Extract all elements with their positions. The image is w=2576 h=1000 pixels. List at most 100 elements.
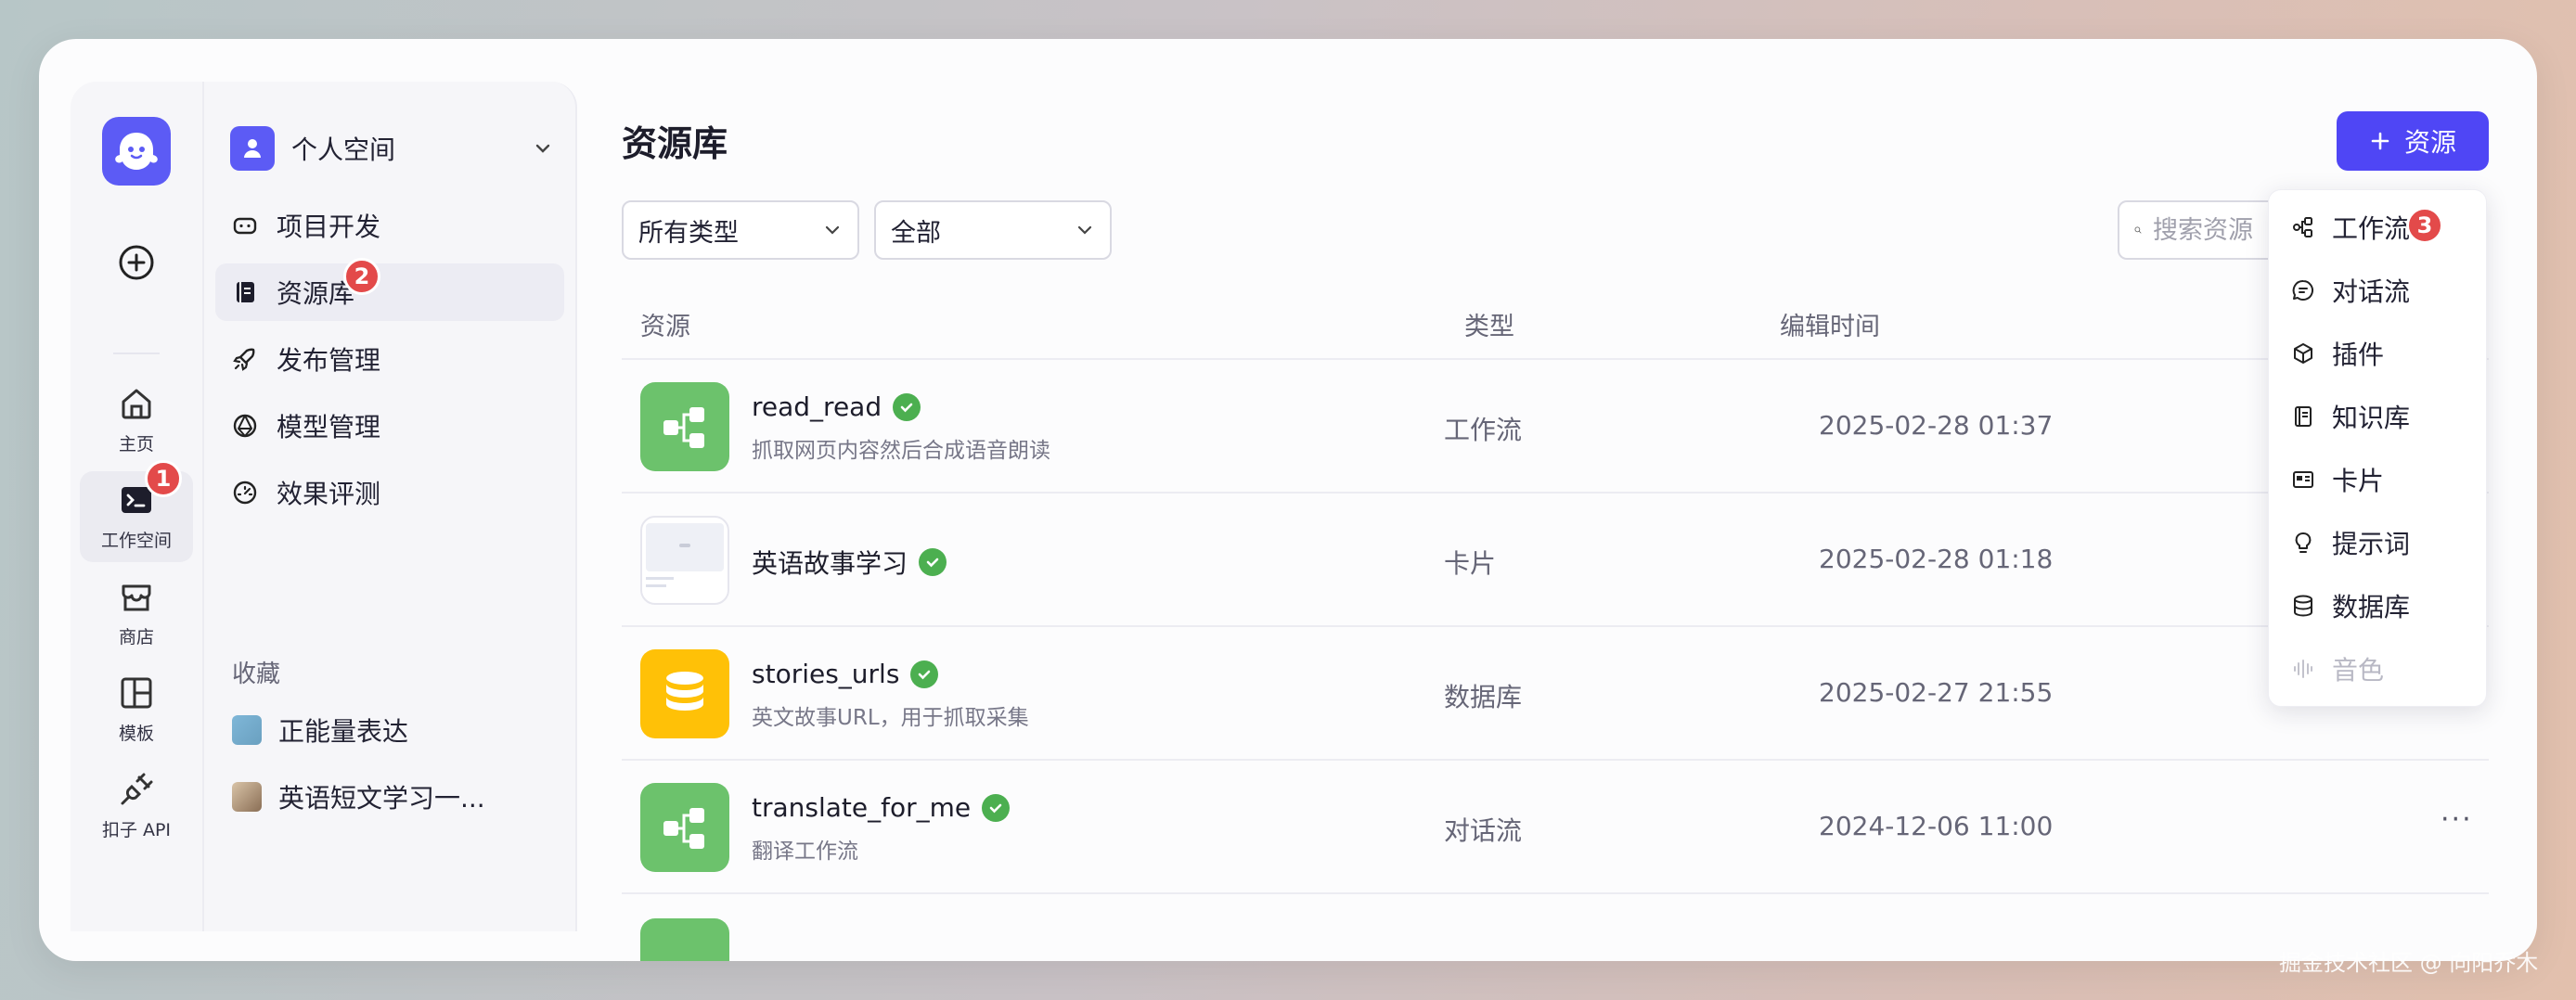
scope-filter-select[interactable]: 全部 [874, 200, 1112, 260]
type-filter-select[interactable]: 所有类型 [622, 200, 859, 260]
table-row[interactable]: stories_urls 英文故事URL，用于抓取采集 数据库 2025-02-… [622, 627, 2489, 761]
menu-item-workflow[interactable]: 工作流 3 [2269, 198, 2488, 257]
favorite-item[interactable]: 英语短文学习一... [217, 768, 566, 826]
workflow-icon [2293, 217, 2312, 237]
menu-item-card[interactable]: 卡片 [2269, 450, 2488, 509]
resource-desc: 英文故事URL，用于抓取采集 [752, 706, 1029, 730]
card-preview-icon [646, 523, 724, 587]
favorites-title: 收藏 [232, 660, 281, 688]
search-input[interactable] [2153, 215, 2283, 245]
database-icon [2294, 595, 2312, 617]
step-badge: 3 [2406, 207, 2443, 244]
menu-item-label: 音色 [2332, 655, 2385, 686]
resource-time: 2025-02-28 01:18 [1819, 544, 2054, 574]
home-icon [122, 389, 151, 418]
app-logo[interactable] [102, 117, 171, 186]
rail-item-workspace[interactable]: 工作空间 1 [80, 460, 193, 562]
store-icon [122, 584, 151, 610]
resource-desc: 翻译工作流 [752, 840, 858, 864]
resource-name-text: 英语故事学习 [752, 548, 908, 579]
sidebar-item-label: 模型管理 [277, 412, 381, 442]
divider [113, 353, 160, 354]
add-resource-button[interactable]: 资源 [2337, 111, 2489, 171]
bot-avatar [232, 715, 262, 745]
workspace-selector[interactable]: 个人空间 [230, 124, 553, 173]
workspace-sidebar: 个人空间 项目开发 资源库 2 发布管理 模型管理 效果评测 收藏 正能量表达 … [202, 82, 577, 931]
workflow-icon [663, 808, 704, 849]
sidebar-item-label: 发布管理 [277, 345, 381, 376]
chevron-down-icon [1077, 225, 1092, 235]
favorite-item[interactable]: 正能量表达 [217, 701, 566, 759]
workflow-icon [663, 407, 704, 448]
book-icon [2295, 406, 2312, 427]
model-icon [233, 414, 257, 438]
menu-item-knowledge[interactable]: 知识库 [2269, 387, 2488, 446]
resource-type: 对话流 [1444, 815, 1523, 846]
card-thumb [640, 516, 729, 605]
database-thumb [640, 649, 729, 738]
resource-name: read_read [752, 391, 921, 422]
resource-name: 英语故事学习 [752, 544, 947, 581]
menu-item-database[interactable]: 数据库 [2269, 576, 2488, 635]
more-actions-button[interactable]: ··· [2441, 803, 2473, 836]
chat-icon [2292, 279, 2313, 301]
resource-type: 卡片 [1444, 548, 1497, 579]
gamepad-icon [233, 217, 257, 235]
resource-type: 工作流 [1444, 415, 1523, 445]
resource-type: 数据库 [1444, 682, 1523, 712]
favorite-label: 正能量表达 [278, 716, 409, 747]
rail-label: 扣子 API [101, 819, 172, 840]
resource-desc: 抓取网页内容然后合成语音朗读 [752, 439, 1050, 463]
icon-rail: 主页 工作空间 1 商店 模板 扣子 API [71, 82, 202, 931]
chevron-down-icon [535, 144, 550, 153]
menu-item-label: 提示词 [2332, 529, 2411, 559]
search-box[interactable] [2118, 200, 2285, 260]
cube-icon [2294, 343, 2312, 364]
menu-item-label: 卡片 [2332, 466, 2385, 496]
published-check-icon [919, 548, 947, 576]
sidebar-item-publish[interactable]: 发布管理 [215, 330, 564, 388]
menu-item-label: 数据库 [2332, 592, 2411, 622]
resource-name: translate_for_me [752, 792, 1011, 823]
user-icon [244, 139, 261, 158]
menu-item-voice: 音色 [2269, 639, 2488, 699]
table-row[interactable]: 英语故事学习 卡片 2025-02-28 01:18 [622, 494, 2489, 627]
menu-item-label: 知识库 [2332, 403, 2411, 433]
rail-label: 工作空间 [100, 530, 172, 551]
published-check-icon [910, 660, 939, 688]
sidebar-item-label: 效果评测 [277, 479, 381, 509]
select-value: 所有类型 [638, 218, 739, 248]
rail-label: 商店 [118, 626, 154, 647]
menu-item-prompt[interactable]: 提示词 [2269, 513, 2488, 572]
published-check-icon [893, 392, 921, 421]
sidebar-item-projects[interactable]: 项目开发 [215, 197, 564, 254]
sidebar-item-library[interactable]: 资源库 2 [215, 258, 564, 321]
rail-label: 主页 [118, 433, 154, 455]
table-row[interactable]: read_read 抓取网页内容然后合成语音朗读 工作流 2025-02-28 … [622, 360, 2489, 494]
rail-item-api[interactable]: 扣子 API [80, 761, 193, 852]
menu-item-chatflow[interactable]: 对话流 [2269, 261, 2488, 320]
watermark: 掘金技术社区 @ 向阳乔木 [2279, 950, 2539, 976]
sidebar-item-models[interactable]: 模型管理 [215, 397, 564, 455]
card-icon [2293, 471, 2313, 488]
column-header-edit-time: 编辑时间 [1780, 313, 1880, 341]
favorite-label: 英语短文学习一... [278, 783, 485, 814]
sidebar-item-evaluation[interactable]: 效果评测 [215, 464, 564, 521]
waveform-icon [2294, 660, 2312, 678]
rail-item-store[interactable]: 商店 [80, 568, 193, 659]
plus-circle-icon [119, 245, 154, 280]
bot-avatar [232, 782, 262, 812]
resource-name-text: stories_urls [752, 659, 900, 689]
workflow-thumb [640, 382, 729, 471]
rail-item-home[interactable]: 主页 [80, 375, 193, 466]
add-resource-menu: 工作流 3 对话流 插件 知识库 卡片 提示词 数据库 音色 [2268, 189, 2487, 707]
menu-item-plugin[interactable]: 插件 [2269, 324, 2488, 383]
app-window: 主页 工作空间 1 商店 模板 扣子 API 个人空间 项目开发 资源库 2 发… [39, 39, 2537, 961]
table-row[interactable]: translate_for_me 翻译工作流 对话流 2024-12-06 11… [622, 761, 2489, 894]
create-button[interactable] [106, 232, 167, 293]
gauge-icon [233, 481, 257, 505]
resource-time: 2024-12-06 11:00 [1819, 811, 2054, 841]
plus-icon [2371, 132, 2389, 150]
rail-item-templates[interactable]: 模板 [80, 664, 193, 755]
library-icon [237, 282, 254, 302]
